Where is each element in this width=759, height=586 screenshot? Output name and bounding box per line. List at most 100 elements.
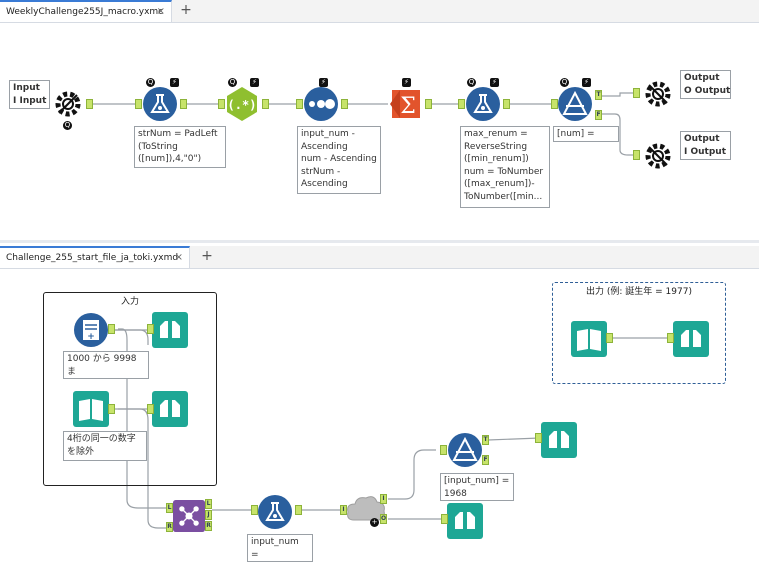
gear-icon	[55, 91, 81, 117]
i-output-anchor[interactable]: I	[380, 494, 387, 504]
input-anchor[interactable]	[633, 88, 640, 98]
output-anchor[interactable]	[108, 404, 115, 414]
text-input-tool[interactable]	[73, 391, 109, 427]
input-anchor[interactable]	[296, 99, 303, 109]
gear-icon	[645, 143, 671, 169]
plus-icon: +	[370, 518, 379, 527]
left-anchor[interactable]: L	[166, 503, 173, 513]
sort-icon	[304, 87, 338, 121]
input-anchor[interactable]	[251, 505, 258, 515]
tab-macro[interactable]: WeeklyChallenge255J_macro.yxmc ×	[0, 0, 172, 22]
lightning-icon: ⚡	[582, 78, 591, 87]
input-anchor[interactable]	[440, 445, 447, 455]
browse-tool-4[interactable]	[447, 503, 483, 539]
svg-text:(.*): (.*)	[228, 98, 257, 112]
output-anchor[interactable]	[108, 324, 115, 334]
input-anchor[interactable]	[147, 404, 154, 414]
input-anchor[interactable]	[147, 324, 154, 334]
q-badge-icon: Q	[63, 121, 72, 130]
add-tab-button[interactable]: +	[196, 246, 218, 268]
lightning-icon: ⚡	[319, 78, 328, 87]
input-anchor[interactable]	[551, 99, 558, 109]
lightning-icon: ⚡	[490, 78, 499, 87]
formula3-annotation: input_num = [num]	[247, 534, 313, 562]
input-anchor[interactable]	[458, 99, 465, 109]
right-output-anchor[interactable]: R	[205, 521, 212, 531]
macro-output-label-1: Output O Output	[680, 70, 731, 99]
output-anchor[interactable]	[341, 99, 348, 109]
input-anchor[interactable]	[441, 514, 448, 524]
regex-tool[interactable]: (.*)	[224, 86, 260, 122]
binoculars-icon	[152, 391, 188, 427]
pane-separator[interactable]	[0, 240, 759, 243]
sigma-icon: Σ	[390, 90, 420, 119]
macro-output-tool-1[interactable]	[640, 76, 676, 112]
lightning-icon: ⚡	[250, 78, 259, 87]
tab-workflow[interactable]: Challenge_255_start_file_ja_toki.yxmd ×	[0, 246, 190, 268]
text-input-tool-2[interactable]	[571, 321, 607, 357]
sort-tool[interactable]	[303, 86, 339, 122]
add-tab-button[interactable]: +	[175, 0, 197, 22]
tab-close-icon[interactable]: ×	[175, 248, 183, 268]
q-badge-icon: Q	[467, 78, 476, 87]
input-anchor[interactable]	[633, 150, 640, 160]
browse-tool-2[interactable]	[152, 391, 188, 427]
sort-annotation: input_num - Ascending num - Ascending st…	[297, 126, 381, 194]
macro-input-tool[interactable]	[50, 86, 86, 122]
join-tool[interactable]	[173, 500, 205, 532]
output-anchor[interactable]	[262, 99, 269, 109]
output-anchor[interactable]	[606, 333, 613, 343]
join-icon	[173, 500, 205, 532]
right-anchor[interactable]: R	[166, 522, 173, 532]
false-anchor[interactable]: F	[482, 455, 489, 465]
formula-tool-1[interactable]	[142, 86, 178, 122]
input-anchor[interactable]	[535, 433, 542, 443]
tab-close-icon[interactable]: ×	[157, 2, 165, 22]
q-badge-icon: Q	[560, 78, 569, 87]
filter-annotation: [num] = 6174	[553, 126, 619, 142]
filter-tool[interactable]	[557, 86, 593, 122]
output-anchor[interactable]	[503, 99, 510, 109]
bottom-tab-bar: Challenge_255_start_file_ja_toki.yxmd × …	[0, 246, 759, 269]
output-anchor[interactable]	[425, 99, 432, 109]
filter2-annotation: [input_num] = 1968	[440, 473, 514, 501]
input-anchor[interactable]: I	[340, 505, 347, 515]
input-anchor[interactable]	[135, 99, 142, 109]
generate-rows-icon: +	[74, 313, 108, 347]
binoculars-icon	[447, 503, 483, 539]
output-anchor[interactable]	[86, 99, 93, 109]
svg-text:Σ: Σ	[400, 94, 416, 119]
browse-tool-5[interactable]	[673, 321, 709, 357]
join-output-anchor[interactable]: J	[205, 510, 212, 520]
tab-workflow-title: Challenge_255_start_file_ja_toki.yxmd	[6, 253, 179, 263]
false-anchor[interactable]: F	[595, 110, 602, 120]
input-container-title: 入力	[120, 297, 139, 307]
browse-tool-1[interactable]	[152, 312, 188, 348]
generate-rows-tool[interactable]: +	[73, 312, 109, 348]
true-anchor[interactable]: T	[595, 90, 602, 100]
summarize-tool[interactable]: Σ	[388, 86, 424, 122]
input-anchor[interactable]	[667, 333, 674, 343]
true-anchor[interactable]: T	[482, 435, 489, 445]
input-anchor[interactable]	[218, 99, 225, 109]
filter-icon	[448, 433, 482, 467]
filter-tool-2[interactable]	[447, 432, 483, 468]
formula1-annotation: strNum = PadLeft (ToString ([num]),4,"0"…	[134, 126, 226, 168]
lightning-icon: ⚡	[402, 78, 411, 87]
lightning-icon: ⚡	[170, 78, 179, 87]
output-container-title: 出力 (例: 誕生年 = 1977)	[586, 287, 692, 297]
formula-tool-2[interactable]	[465, 86, 501, 122]
q-badge-icon: Q	[146, 78, 155, 87]
output-anchor[interactable]	[180, 99, 187, 109]
generate-annotation: 1000 から 9998 ま での番号	[63, 351, 149, 379]
top-tab-bar: WeeklyChallenge255J_macro.yxmc × +	[0, 0, 759, 23]
left-output-anchor[interactable]: L	[205, 499, 212, 509]
o-output-anchor[interactable]: O	[380, 514, 387, 524]
browse-tool-3[interactable]	[541, 422, 577, 458]
filter-icon	[558, 87, 592, 121]
flask-icon	[258, 495, 292, 529]
macro-output-tool-2[interactable]	[640, 138, 676, 174]
output-anchor[interactable]	[295, 505, 302, 515]
macro-output-label-2: Output I Output	[680, 131, 731, 160]
formula-tool-3[interactable]	[257, 494, 293, 530]
